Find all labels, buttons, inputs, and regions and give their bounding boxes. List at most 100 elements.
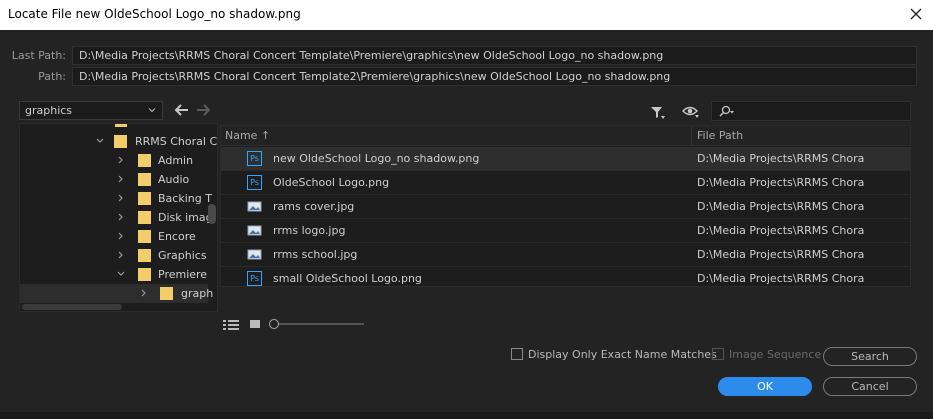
- window-title: Locate File new OldeSchool Logo_no shado…: [8, 7, 301, 21]
- folder-icon: [160, 287, 173, 300]
- chevron-right-icon[interactable]: [116, 193, 126, 203]
- tree-item-audio[interactable]: Audio: [20, 170, 208, 189]
- file-row[interactable]: Ps new OldeSchool Logo_no shadow.png D:\…: [221, 147, 910, 171]
- tree-item-graphics-selected[interactable]: graph: [20, 284, 213, 303]
- chevron-right-icon[interactable]: [139, 288, 149, 298]
- tree-item-label: Audio: [158, 173, 190, 186]
- tree-item-label: graph: [181, 287, 214, 300]
- file-row[interactable]: rrms school.jpg D:\Media Projects\RRMS C…: [221, 243, 910, 267]
- tree-item-premiere[interactable]: Premiere: [20, 265, 208, 284]
- folder-icon: [138, 173, 151, 186]
- tree-item-graphics[interactable]: Graphics: [20, 246, 208, 265]
- tree-item-label: Encore: [158, 230, 196, 243]
- last-path-field: D:\Media Projects\RRMS Choral Concert Te…: [72, 46, 917, 65]
- folder-icon: [138, 230, 151, 243]
- column-divider[interactable]: [691, 126, 692, 146]
- folder-icon: [114, 135, 127, 148]
- folder-icon: [138, 154, 151, 167]
- ps-file-icon: Ps: [247, 271, 262, 286]
- zoom-slider-track[interactable]: [272, 323, 364, 325]
- column-header-name[interactable]: Name ↑: [225, 129, 270, 142]
- location-dropdown[interactable]: graphics: [19, 101, 163, 120]
- path-field: D:\Media Projects\RRMS Choral Concert Te…: [72, 67, 917, 86]
- tree-vertical-scrollbar[interactable]: [208, 204, 216, 224]
- column-header-file-path[interactable]: File Path: [697, 129, 743, 142]
- folder-icon: [138, 249, 151, 262]
- thumbnail-view-icon[interactable]: [249, 319, 261, 330]
- image-file-icon: [247, 249, 262, 260]
- exact-name-checkbox[interactable]: [511, 348, 523, 360]
- file-path: D:\Media Projects\RRMS Choral C: [697, 176, 865, 189]
- chevron-right-icon[interactable]: [116, 174, 126, 184]
- chevron-down-icon[interactable]: [116, 269, 126, 279]
- file-path: D:\Media Projects\RRMS Choral C: [697, 152, 865, 165]
- folder-icon: [115, 124, 127, 127]
- eye-icon[interactable]: [682, 105, 700, 119]
- search-button[interactable]: Search: [823, 347, 917, 366]
- file-row[interactable]: rrms logo.jpg D:\Media Projects\RRMS Cho…: [221, 219, 910, 243]
- chevron-right-icon[interactable]: [116, 212, 126, 222]
- tree-item-encore[interactable]: Encore: [20, 227, 208, 246]
- tree-item-label: Disk imag: [158, 211, 213, 224]
- chevron-right-icon[interactable]: [116, 231, 126, 241]
- file-name: rrms school.jpg: [273, 248, 358, 261]
- tree-item-admin[interactable]: Admin: [20, 151, 208, 170]
- close-icon[interactable]: [907, 5, 925, 23]
- search-icon: [719, 105, 734, 117]
- path-label: Path:: [38, 70, 66, 83]
- image-file-icon: [247, 225, 262, 236]
- file-name: OldeSchool Logo.png: [273, 176, 390, 189]
- file-list-header: Name ↑ File Path: [221, 126, 910, 146]
- chevron-down-icon: [148, 108, 156, 113]
- tree-item-label: Premiere: [158, 268, 208, 281]
- tree-item-rrms[interactable]: RRMS Choral C: [20, 132, 217, 151]
- tree-item-label: Admin: [158, 154, 194, 167]
- file-row[interactable]: Ps small OldeSchool Logo.png D:\Media Pr…: [221, 267, 910, 291]
- chevron-right-icon[interactable]: [116, 155, 126, 165]
- tree-item-label: Backing T: [158, 192, 212, 205]
- file-path: D:\Media Projects\RRMS Choral C: [697, 272, 865, 285]
- file-list[interactable]: Name ↑ File Path Ps new OldeSchool Logo_…: [220, 125, 911, 287]
- ps-file-icon: Ps: [247, 151, 262, 166]
- tree-item-label: Graphics: [158, 249, 207, 262]
- filter-icon[interactable]: [650, 105, 666, 121]
- list-view-icon[interactable]: [223, 319, 240, 331]
- file-path: D:\Media Projects\RRMS Choral C: [697, 224, 865, 237]
- tree-item-backing[interactable]: Backing T: [20, 189, 212, 208]
- file-path: D:\Media Projects\RRMS Choral C: [697, 200, 865, 213]
- folder-tree[interactable]: RRMS Choral C Admin Audio Backing T Disk…: [19, 123, 218, 312]
- image-sequence-label: Image Sequence: [729, 348, 822, 361]
- file-path: D:\Media Projects\RRMS Choral C: [697, 248, 865, 261]
- chevron-down-icon[interactable]: [95, 136, 105, 146]
- image-file-icon: [247, 201, 262, 212]
- location-dropdown-value: graphics: [25, 104, 73, 117]
- bottom-edge: [0, 412, 933, 419]
- folder-icon: [138, 192, 151, 205]
- title-bar: Locate File new OldeSchool Logo_no shado…: [0, 0, 933, 30]
- file-name: small OldeSchool Logo.png: [273, 272, 422, 285]
- file-name: new OldeSchool Logo_no shadow.png: [273, 152, 480, 165]
- ps-file-icon: Ps: [247, 175, 262, 190]
- zoom-slider-handle[interactable]: [269, 319, 279, 329]
- chevron-right-icon[interactable]: [116, 250, 126, 260]
- file-row[interactable]: Ps OldeSchool Logo.png D:\Media Projects…: [221, 171, 910, 195]
- tree-item-label: RRMS Choral C: [135, 135, 218, 148]
- forward-arrow-icon[interactable]: [195, 103, 211, 117]
- cancel-button[interactable]: Cancel: [823, 377, 917, 396]
- last-path-label: Last Path:: [11, 49, 66, 62]
- column-name-label: Name: [225, 129, 258, 142]
- locate-file-dialog: Last Path: D:\Media Projects\RRMS Choral…: [0, 30, 933, 419]
- back-arrow-icon[interactable]: [174, 103, 190, 117]
- file-row[interactable]: rams cover.jpg D:\Media Projects\RRMS Ch…: [221, 195, 910, 219]
- ok-button[interactable]: OK: [718, 377, 812, 396]
- file-name: rrms logo.jpg: [273, 224, 346, 237]
- exact-name-label: Display Only Exact Name Matches: [528, 348, 717, 361]
- folder-icon: [138, 211, 151, 224]
- search-field[interactable]: [711, 101, 911, 121]
- folder-icon: [138, 268, 151, 281]
- tree-item-disk-images[interactable]: Disk imag: [20, 208, 213, 227]
- tree-horizontal-scrollbar[interactable]: [22, 304, 122, 310]
- file-name: rams cover.jpg: [273, 200, 355, 213]
- sort-ascending-icon: ↑: [260, 129, 271, 142]
- image-sequence-checkbox: [712, 348, 724, 360]
